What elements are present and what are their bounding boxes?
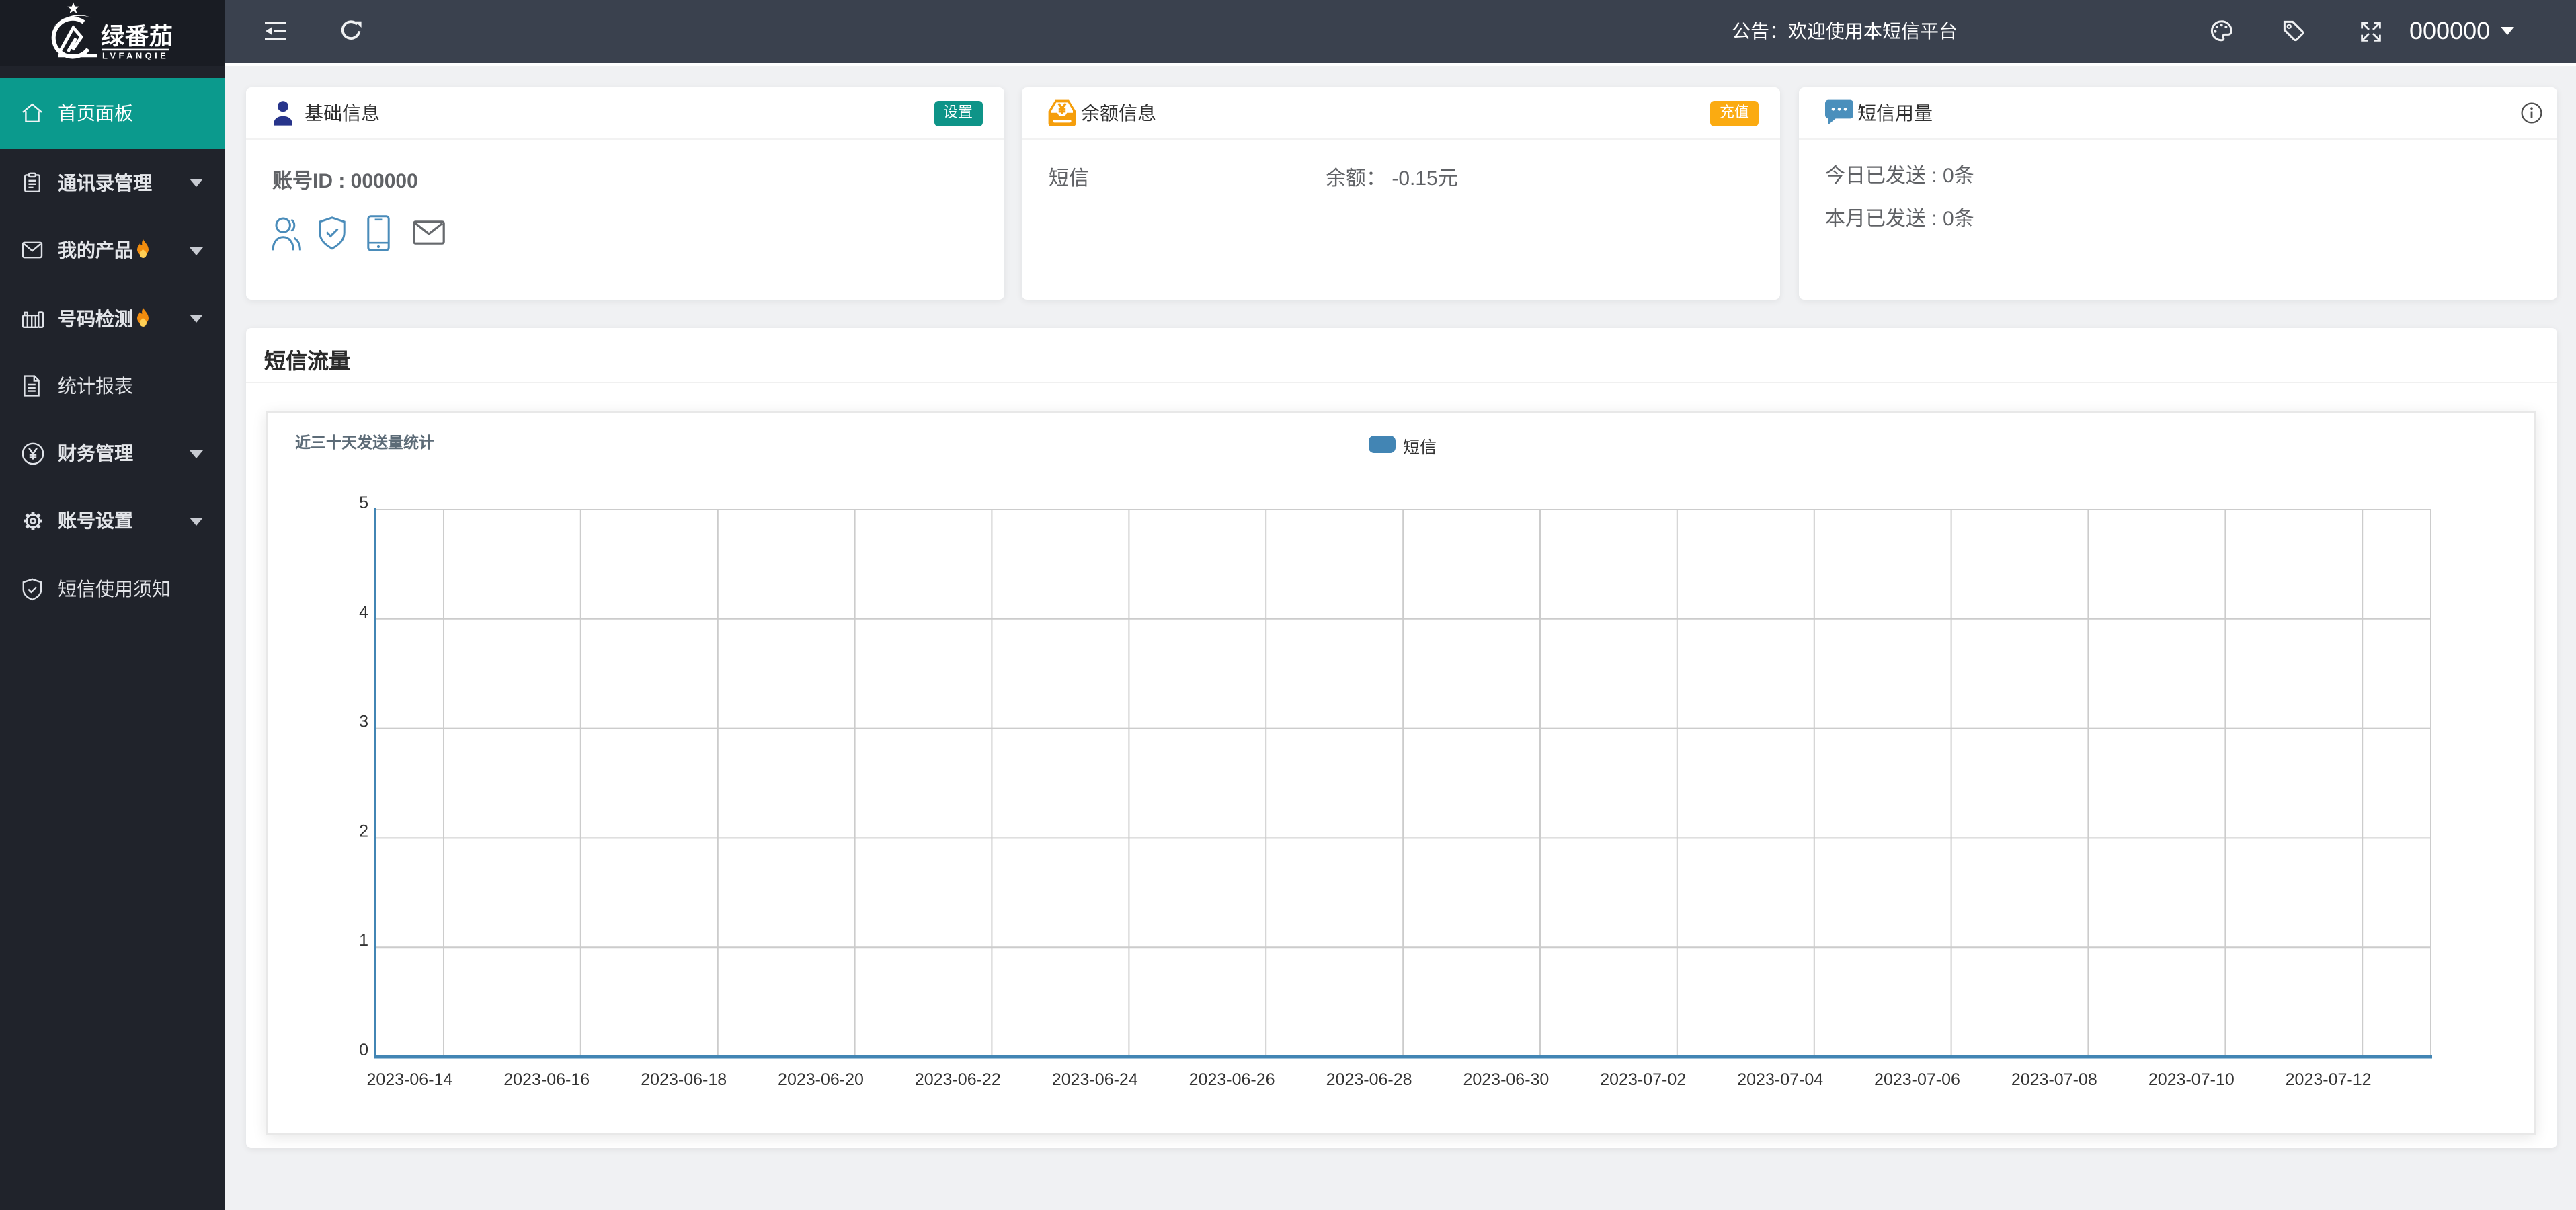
svg-text:2023-06-28: 2023-06-28	[1326, 1070, 1412, 1089]
svg-text:5: 5	[358, 493, 368, 512]
svg-text:2023-07-10: 2023-07-10	[2148, 1070, 2234, 1089]
svg-text:0: 0	[358, 1041, 368, 1059]
svg-text:2023-06-20: 2023-06-20	[777, 1070, 863, 1089]
svg-text:2023-07-04: 2023-07-04	[1736, 1070, 1822, 1089]
svg-text:2023-06-26: 2023-06-26	[1189, 1070, 1275, 1089]
svg-text:LVFANQIE: LVFANQIE	[102, 51, 169, 61]
svg-text:2023-06-16: 2023-06-16	[503, 1070, 589, 1089]
svg-text:2023-06-18: 2023-06-18	[640, 1070, 726, 1089]
svg-text:2023-07-12: 2023-07-12	[2285, 1070, 2371, 1089]
svg-text:2023-06-14: 2023-06-14	[366, 1070, 452, 1089]
svg-text:3: 3	[358, 713, 368, 731]
svg-text:1: 1	[358, 931, 368, 950]
svg-text:绿番茄: 绿番茄	[101, 24, 173, 50]
svg-text:2023-06-24: 2023-06-24	[1051, 1070, 1137, 1089]
svg-text:4: 4	[358, 603, 368, 622]
svg-text:2023-06-30: 2023-06-30	[1462, 1070, 1548, 1089]
svg-text:2023-07-02: 2023-07-02	[1599, 1070, 1685, 1089]
svg-text:2023-07-06: 2023-07-06	[1874, 1070, 1960, 1089]
svg-text:2023-07-08: 2023-07-08	[2011, 1070, 2097, 1089]
svg-text:2: 2	[358, 821, 368, 840]
svg-text:2023-06-22: 2023-06-22	[914, 1070, 1000, 1089]
